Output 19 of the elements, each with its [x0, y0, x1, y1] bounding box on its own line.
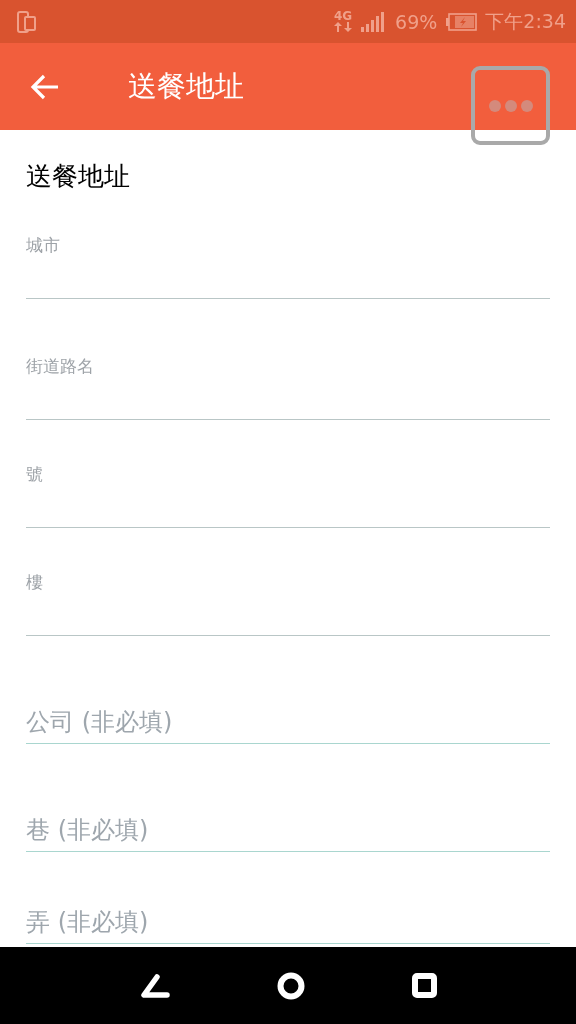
back-button[interactable] [30, 73, 60, 100]
battery-charging-icon [445, 12, 478, 31]
field-label: 號 [26, 464, 44, 484]
input-field[interactable]: 弄 (非必填) [26, 900, 550, 944]
input-field[interactable]: 巷 (非必填) [26, 808, 550, 852]
recents-button[interactable] [411, 973, 437, 998]
battery-percent: 69% [395, 10, 438, 33]
field-label: 樓 [26, 572, 44, 592]
field-label: 街道路名 [26, 356, 95, 376]
input-field[interactable]: 公司 (非必填) [26, 700, 550, 744]
data-arrows-icon [333, 22, 354, 32]
devices-icon [16, 9, 38, 34]
section-title: 送餐地址 [26, 160, 131, 193]
network-type: 4G [334, 11, 353, 22]
back-nav-button[interactable] [139, 973, 170, 998]
field-label: 城市 [26, 235, 61, 255]
home-button[interactable] [276, 971, 305, 1000]
screen-title: 送餐地址 [128, 67, 244, 105]
clock: 下午2:34 [485, 8, 566, 34]
